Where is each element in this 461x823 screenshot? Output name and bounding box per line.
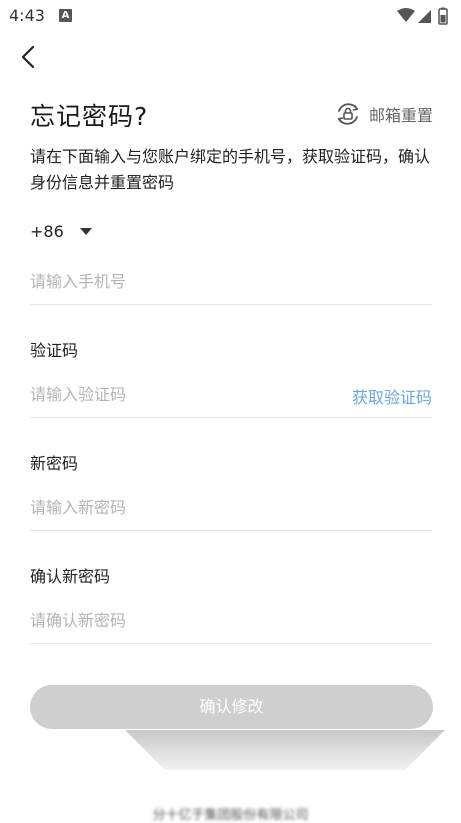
new-password-divider xyxy=(30,530,432,531)
verification-code-input[interactable] xyxy=(30,374,330,414)
email-reset-label: 邮箱重置 xyxy=(368,106,433,125)
phone-divider xyxy=(30,304,432,305)
back-arrow-icon xyxy=(21,45,35,69)
instruction-text: 请在下面输入与您账户绑定的手机号，获取验证码，确认身份信息并重置密码 xyxy=(30,147,431,192)
confirm-password-input[interactable] xyxy=(30,600,432,640)
confirm-password-divider xyxy=(30,643,432,644)
code-divider xyxy=(30,417,432,418)
footer-company-text: 分十亿于集团股份有限公司 xyxy=(152,808,309,823)
back-button[interactable] xyxy=(14,42,44,72)
new-password-label: 新密码 xyxy=(30,454,79,473)
status-time: 4:43 xyxy=(9,6,45,25)
page-title: 忘记密码? xyxy=(30,102,149,131)
notification-a-icon: A xyxy=(59,9,72,22)
code-label: 验证码 xyxy=(30,341,79,360)
email-reset-button[interactable]: 邮箱重置 xyxy=(335,100,433,128)
new-password-input[interactable] xyxy=(30,487,432,527)
get-code-button[interactable]: 获取验证码 xyxy=(352,384,432,408)
status-icons xyxy=(397,7,448,25)
battery-icon xyxy=(438,7,448,25)
country-code-selector[interactable]: +86 xyxy=(30,222,92,241)
lock-refresh-icon xyxy=(337,103,359,125)
country-code-value: +86 xyxy=(30,222,64,241)
phone-input[interactable] xyxy=(30,261,432,301)
confirm-change-button[interactable]: 确认修改 xyxy=(30,685,433,729)
confirm-password-label: 确认新密码 xyxy=(30,567,111,586)
status-bar: 4:43 A xyxy=(0,0,461,32)
dropdown-arrow-icon xyxy=(79,228,92,235)
decorative-shadow xyxy=(125,730,445,770)
wifi-icon xyxy=(397,8,415,22)
signal-icon xyxy=(418,10,431,23)
